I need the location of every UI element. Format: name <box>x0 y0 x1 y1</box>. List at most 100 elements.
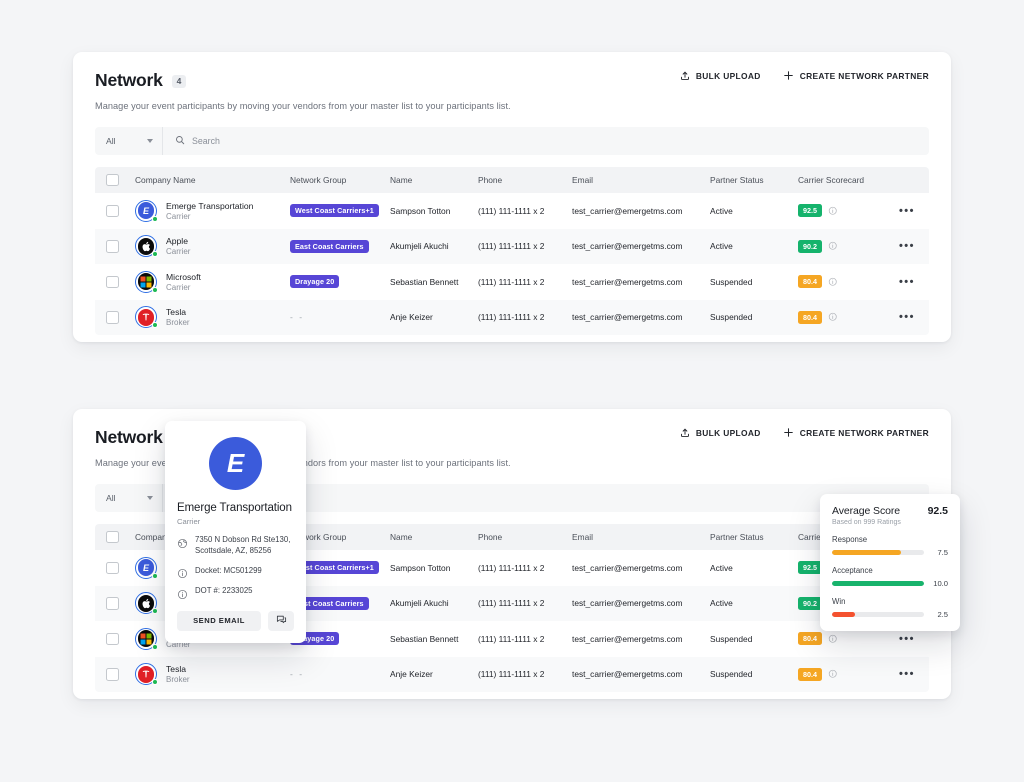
row-menu-icon[interactable]: ••• <box>899 311 915 323</box>
header-actions-2: BULK UPLOAD CREATE NETWORK PARTNER <box>680 427 929 438</box>
email-cell: test_carrier@emergetms.com <box>572 276 683 287</box>
info-icon[interactable] <box>828 669 838 679</box>
company-cell[interactable]: Tesla Broker <box>135 663 290 686</box>
company-name: Emerge Transportation <box>166 200 254 211</box>
scorecard-badge[interactable]: 90.2 <box>798 596 822 610</box>
partner-status-cell: Suspended <box>710 276 753 287</box>
scorecard-cell[interactable]: 90.2 <box>798 239 888 253</box>
search-input[interactable] <box>192 136 929 146</box>
scorecard-badge[interactable]: 80.4 <box>798 667 822 681</box>
company-avatar <box>135 627 158 650</box>
info-icon <box>177 566 188 579</box>
company-cell[interactable]: MicrosoftCarrier <box>135 270 290 293</box>
phone-cell: (111) 111-1111 x 2 <box>478 205 545 216</box>
score-metric-list: Response 7.5 Acceptance 10.0 Win 2.5 <box>832 535 948 619</box>
row-checkbox[interactable] <box>106 311 119 324</box>
table-row[interactable]: Tesla Broker - - Anje Keizer (111) 111-1111 … <box>95 299 929 335</box>
info-icon[interactable] <box>828 634 838 644</box>
info-icon[interactable] <box>828 206 838 216</box>
row-checkbox[interactable] <box>106 561 119 574</box>
row-checkbox[interactable] <box>106 632 119 645</box>
row-select-cell <box>95 632 135 645</box>
network-group-badge[interactable]: West Coast Carriers+1 <box>290 204 379 218</box>
scorecard-badge[interactable]: 80.4 <box>798 275 822 289</box>
row-checkbox[interactable] <box>106 240 119 253</box>
company-cell[interactable]: Tesla Broker <box>135 306 290 329</box>
select-all-checkbox-2[interactable] <box>106 530 119 544</box>
scorecard-badge[interactable]: 90.2 <box>798 239 822 253</box>
network-group-badge[interactable]: Drayage 20 <box>290 275 340 289</box>
row-menu-icon[interactable]: ••• <box>899 668 915 680</box>
email-cell: test_carrier@emergetms.com <box>572 241 683 252</box>
phone-cell: (111) 111-1111 x 2 <box>478 241 545 252</box>
row-actions-cell[interactable]: ••• <box>888 668 929 680</box>
create-network-partner-button-2[interactable]: CREATE NETWORK PARTNER <box>783 427 929 438</box>
company-cell[interactable]: AppleCarrier <box>135 235 290 258</box>
scorecard-cell[interactable]: 80.4 <box>798 310 888 324</box>
bulk-upload-button-2[interactable]: BULK UPLOAD <box>680 428 761 438</box>
send-email-button[interactable]: SEND EMAIL <box>177 610 261 631</box>
company-cell[interactable]: E Emerge TransportationCarrier <box>135 199 290 222</box>
scorecard-badge[interactable]: 80.4 <box>798 632 822 646</box>
info-icon[interactable] <box>828 312 838 322</box>
partner-status-cell: Active <box>710 562 733 573</box>
row-checkbox[interactable] <box>106 204 119 217</box>
scorecard-cell[interactable]: 80.4 <box>798 667 888 681</box>
company-address: 7350 N Dobson Rd Ste130, Scottsdale, AZ,… <box>195 535 291 555</box>
create-network-partner-button[interactable]: CREATE NETWORK PARTNER <box>783 70 929 81</box>
row-menu-icon[interactable]: ••• <box>899 276 915 288</box>
score-metric-track <box>832 612 924 617</box>
info-icon[interactable] <box>828 241 838 251</box>
company-avatar: E <box>135 556 158 579</box>
table-row[interactable]: AppleCarrierEast Coast CarriersAkumjeli … <box>95 228 929 264</box>
contact-name-cell: Anje Keizer <box>390 312 433 323</box>
row-checkbox[interactable] <box>106 275 119 288</box>
scorecard-badge[interactable]: 92.5 <box>798 561 822 575</box>
score-metric: Response 7.5 <box>832 535 948 557</box>
row-checkbox[interactable] <box>106 668 119 681</box>
row-actions-cell[interactable]: ••• <box>888 311 929 323</box>
scorecard-badge[interactable]: 80.4 <box>798 310 822 324</box>
select-all-checkbox[interactable] <box>106 173 119 187</box>
search-field[interactable] <box>163 132 929 150</box>
contact-name-cell: Akumjeli Akuchi <box>390 598 449 609</box>
bulk-upload-label: BULK UPLOAD <box>695 70 761 81</box>
row-actions-cell[interactable]: ••• <box>888 205 929 217</box>
row-actions-cell[interactable]: ••• <box>888 276 929 288</box>
row-menu-icon[interactable]: ••• <box>899 205 915 217</box>
info-icon[interactable] <box>828 277 838 287</box>
email-cell: test_carrier@emergetms.com <box>572 598 683 609</box>
score-metric-label: Response <box>832 535 868 544</box>
select-all-cell-2 <box>95 530 135 544</box>
network-group-badge[interactable]: East Coast Carriers <box>290 239 369 253</box>
network-table: Company Name Network Group Name Phone Em… <box>95 167 929 335</box>
scope-select[interactable]: All <box>95 127 163 155</box>
row-select-cell <box>95 668 135 681</box>
row-actions-cell[interactable]: ••• <box>888 240 929 252</box>
row-menu-icon[interactable]: ••• <box>899 633 915 645</box>
table-row[interactable]: MicrosoftCarrierDrayage 20Sebastian Benn… <box>95 264 929 300</box>
scorecard-cell[interactable]: 80.4 <box>798 275 888 289</box>
scorecard-badge[interactable]: 92.5 <box>798 204 822 218</box>
row-checkbox[interactable] <box>106 597 119 610</box>
chat-icon <box>276 613 287 628</box>
table-row[interactable]: Tesla Broker - - Anje Keizer (111) 111-1111 … <box>95 656 929 692</box>
bulk-upload-button[interactable]: BULK UPLOAD <box>680 71 761 81</box>
phone-cell: (111) 111-1111 x 2 <box>478 562 545 573</box>
column-email-2: Email <box>572 532 593 542</box>
scorecard-cell[interactable]: 80.4 <box>798 632 888 646</box>
contact-name-cell: Sampson Totton <box>390 205 451 216</box>
score-popover-value: 92.5 <box>927 505 948 517</box>
scorecard-cell[interactable]: 92.5 <box>798 204 888 218</box>
row-menu-icon[interactable]: ••• <box>899 240 915 252</box>
online-status-dot <box>152 251 158 258</box>
contact-name-cell: Anje Keizer <box>390 669 433 680</box>
network-group-empty: - - <box>290 669 305 680</box>
chat-button[interactable] <box>268 610 294 631</box>
score-metric-track <box>832 581 924 586</box>
create-network-partner-label: CREATE NETWORK PARTNER <box>799 70 929 81</box>
row-actions-cell[interactable]: ••• <box>888 633 929 645</box>
table-row[interactable]: E Emerge TransportationCarrier West Coast … <box>95 193 929 229</box>
online-status-dot <box>152 215 158 222</box>
scope-select-2[interactable]: All <box>95 484 163 512</box>
